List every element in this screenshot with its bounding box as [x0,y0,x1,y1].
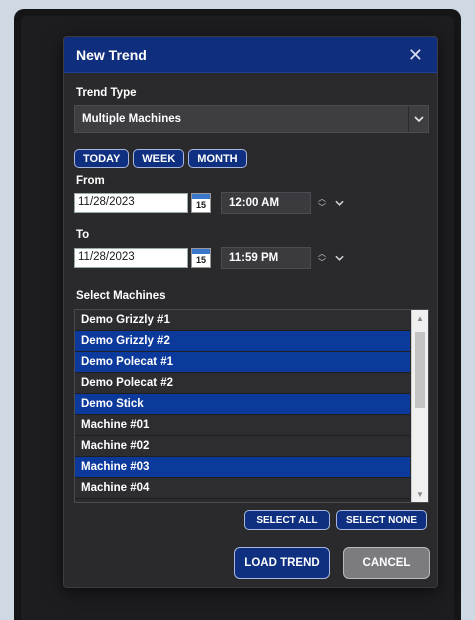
spin-up-icon[interactable]: ︿ [318,249,326,258]
spin-down-icon[interactable]: ﹀ [318,203,326,212]
today-button[interactable]: TODAY [74,149,130,168]
list-item[interactable]: Machine #04 [75,478,410,499]
trend-type-select[interactable]: Multiple Machines [74,105,429,133]
from-time-spinner[interactable]: ︿ ﹀ [314,192,330,214]
list-item[interactable]: Demo Stick [75,394,410,415]
dialog-titlebar: New Trend ✕ [64,37,437,73]
select-machines-label: Select Machines [76,290,166,302]
scrollbar[interactable]: ▲ ▼ [411,310,428,502]
chevron-down-icon[interactable] [408,106,428,132]
from-time-input[interactable]: 12:00 AM [221,192,311,214]
list-item[interactable]: Demo Grizzly #1 [75,310,410,331]
calendar-icon[interactable]: 15 [191,248,211,268]
cancel-button[interactable]: CANCEL [343,547,430,579]
scrollbar-thumb[interactable] [415,332,425,408]
to-date-input[interactable]: 11/28/2023 [74,248,188,268]
chevron-up-icon[interactable]: ▲ [412,310,428,326]
trend-type-label: Trend Type [76,87,137,99]
chevron-down-icon[interactable]: ▼ [412,486,428,502]
week-button[interactable]: WEEK [133,149,185,168]
select-none-button[interactable]: SELECT NONE [336,510,427,530]
from-date-input[interactable]: 11/28/2023 [74,193,188,213]
spin-up-icon[interactable]: ︿ [318,194,326,203]
to-time-input[interactable]: 11:59 PM [221,247,311,269]
to-label: To [76,229,90,241]
month-button[interactable]: MONTH [188,149,247,168]
list-item[interactable]: Demo Grizzly #2 [75,331,410,352]
select-all-button[interactable]: SELECT ALL [244,510,330,530]
new-trend-dialog: New Trend ✕ Trend Type Multiple Machines… [63,36,438,588]
to-time-spinner[interactable]: ︿ ﹀ [314,247,330,269]
close-icon[interactable]: ✕ [408,46,423,64]
list-item[interactable]: Demo Polecat #1 [75,352,410,373]
calendar-icon[interactable]: 15 [191,193,211,213]
dialog-title: New Trend [76,46,147,63]
trend-type-value: Multiple Machines [82,113,182,125]
from-label: From [76,175,105,187]
list-item[interactable]: Machine #03 [75,457,410,478]
list-item[interactable]: Demo Polecat #2 [75,373,410,394]
chevron-down-icon[interactable] [332,192,346,214]
list-item[interactable]: Machine #02 [75,436,410,457]
list-item[interactable]: Machine #01 [75,415,410,436]
machines-list[interactable]: Demo Grizzly #1 Demo Grizzly #2 Demo Polec… [74,309,429,503]
date-range-buttons: TODAY WEEK MONTH [74,149,247,168]
load-trend-button[interactable]: LOAD TREND [234,547,330,579]
machines-rows: Demo Grizzly #1 Demo Grizzly #2 Demo Polec… [75,310,428,499]
spin-down-icon[interactable]: ﹀ [318,258,326,267]
chevron-down-icon[interactable] [332,247,346,269]
